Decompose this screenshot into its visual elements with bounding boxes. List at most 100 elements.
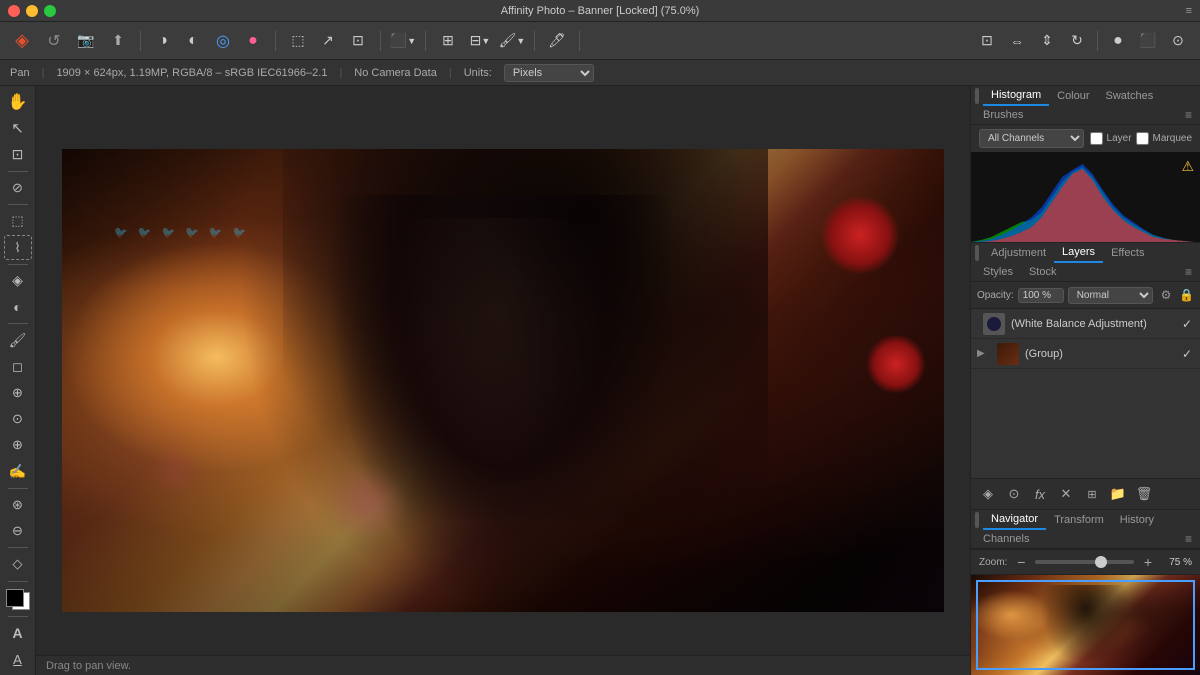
circle-btn[interactable]: ● [1104, 27, 1132, 55]
color-picker-btn[interactable]: 🖊 [543, 27, 571, 55]
tool-sep-6 [8, 547, 28, 548]
layers-panel: Opacity: Normal Multiply Screen Overlay … [971, 282, 1200, 510]
tab-swatches[interactable]: Swatches [1098, 87, 1162, 105]
opacity-input[interactable] [1018, 288, 1064, 303]
tab-history[interactable]: History [1112, 511, 1162, 529]
move-tool[interactable]: ↖ [4, 116, 32, 140]
grid-btn[interactable]: ⊞ [434, 27, 462, 55]
tab-transform[interactable]: Transform [1046, 511, 1112, 529]
nav-panel-menu[interactable]: ≡ [1181, 532, 1196, 546]
layers-action-layers-icon[interactable]: ◈ [977, 483, 999, 505]
zoom-label: Zoom: [979, 557, 1007, 568]
fill-tool[interactable]: ◈ [4, 269, 32, 293]
inpaint-tool[interactable]: ⊛ [4, 493, 32, 517]
marquee-checkbox[interactable] [1136, 132, 1149, 145]
tab-navigator[interactable]: Navigator [983, 510, 1046, 530]
eraser-tool[interactable]: ◻ [4, 354, 32, 378]
tab-styles[interactable]: Styles [975, 263, 1021, 281]
text-tool[interactable]: A [4, 621, 32, 645]
tab-brushes[interactable]: Brushes [975, 106, 1031, 124]
text-art-tool[interactable]: A [4, 647, 32, 671]
vibrance-btn[interactable]: ● [239, 27, 267, 55]
layers-action-fx-icon[interactable]: fx [1029, 483, 1051, 505]
layers-tabs: Adjustment Layers Effects Styles Stock ≡ [971, 243, 1200, 282]
retouch-tool[interactable]: ⊙ [4, 407, 32, 431]
rect-select-btn[interactable]: ⬚ [284, 27, 312, 55]
tab-layers[interactable]: Layers [1054, 243, 1103, 263]
persona-photo-btn[interactable]: 📷 [72, 27, 100, 55]
canvas-area: 🐦🐦🐦🐦🐦🐦 Drag to pan view. [36, 86, 970, 675]
histogram-panel-menu[interactable]: ≡ [1181, 108, 1196, 122]
lasso-btn[interactable]: ↗ [314, 27, 342, 55]
transform-btn[interactable]: ⊡ [973, 27, 1001, 55]
magic-wand-btn[interactable]: ⊡ [344, 27, 372, 55]
square2-btn[interactable]: ⬛ [1134, 27, 1162, 55]
lock-icon[interactable]: 🔒 [1179, 288, 1194, 302]
tab-effects[interactable]: Effects [1103, 244, 1152, 262]
tab-colour[interactable]: Colour [1049, 87, 1097, 105]
canvas-image[interactable]: 🐦🐦🐦🐦🐦🐦 [62, 149, 944, 612]
tab-adjustment[interactable]: Adjustment [983, 244, 1054, 262]
nav-viewport-indicator[interactable] [976, 580, 1196, 670]
app-icon: ◈ [8, 27, 36, 55]
layers-settings-btn[interactable]: ⚙ [1157, 286, 1175, 304]
maximize-button[interactable] [44, 5, 56, 17]
nav-drag-handle [975, 512, 979, 528]
crop-tool[interactable]: ⊡ [4, 143, 32, 167]
layer-checkbox[interactable] [1090, 132, 1103, 145]
rotate-btn[interactable]: ↻ [1063, 27, 1091, 55]
layers-action-mask-icon[interactable]: ⊙ [1003, 483, 1025, 505]
brush-tool[interactable]: 🖌 [4, 328, 32, 352]
foreground-bg-colors[interactable] [4, 587, 32, 611]
navigator-preview[interactable] [971, 575, 1200, 675]
smudge-tool[interactable]: ✍ [4, 460, 32, 484]
marquee-label: Marquee [1153, 133, 1192, 144]
layer-white-balance[interactable]: (White Balance Adjustment) ✓ [971, 309, 1200, 339]
hsl-btn[interactable]: ◐ [179, 27, 207, 55]
tab-channels[interactable]: Channels [975, 530, 1037, 548]
layers-toolbar: Opacity: Normal Multiply Screen Overlay … [971, 282, 1200, 309]
dodge-burn-tool[interactable]: ⊖ [4, 519, 32, 543]
flip-v-btn[interactable]: ⇕ [1033, 27, 1061, 55]
layers-action-adjust-icon[interactable]: ✕ [1055, 483, 1077, 505]
eyedropper-tool[interactable]: ⊘ [4, 176, 32, 200]
units-select[interactable]: Pixels Inches Centimetres [504, 64, 594, 82]
curves-btn[interactable]: ◑ [149, 27, 177, 55]
zoom-plus-btn[interactable]: + [1140, 554, 1156, 570]
close-button[interactable] [8, 5, 20, 17]
channel-select[interactable]: All Channels Red Green Blue Alpha [979, 129, 1084, 148]
snapping-btn[interactable]: ⊟ ▼ [466, 27, 494, 55]
layers-panel-menu[interactable]: ≡ [1181, 265, 1196, 279]
zoom-slider[interactable] [1035, 560, 1134, 564]
magnify-tool[interactable]: ⊕ [4, 433, 32, 457]
histogram-chart [971, 152, 1200, 242]
layers-action-group-icon[interactable]: ⊞ [1081, 483, 1103, 505]
sharpen-tool[interactable]: ◇ [4, 552, 32, 576]
navigate-btn[interactable]: ⊙ [1164, 27, 1192, 55]
zoom-slider-thumb [1095, 556, 1107, 568]
blend-mode-select[interactable]: Normal Multiply Screen Overlay [1068, 287, 1153, 304]
layer-group[interactable]: ▶ (Group) ✓ [971, 339, 1200, 369]
layers-action-folder-icon[interactable]: 📁 [1107, 483, 1129, 505]
layer-expand-icon[interactable]: ▶ [977, 348, 991, 359]
freehand-tool[interactable]: ⌇ [4, 235, 32, 260]
gradient-tool[interactable]: ◐ [4, 295, 32, 319]
status-message: Drag to pan view. [46, 660, 131, 672]
window-menu-icon[interactable]: ≡ [1186, 5, 1192, 17]
marquee-tool[interactable]: ⬚ [4, 209, 32, 233]
flip-h-btn[interactable]: ⇔ [1003, 27, 1031, 55]
brush-tools-btn[interactable]: 🖌 ▼ [498, 27, 526, 55]
share-btn[interactable]: ⬆ [104, 27, 132, 55]
hand-tool[interactable]: ✋ [4, 90, 32, 114]
shape-btn[interactable]: ⬛ ▼ [389, 27, 417, 55]
tab-histogram[interactable]: Histogram [983, 86, 1049, 106]
color-balance-btn[interactable]: ◎ [209, 27, 237, 55]
tab-stock[interactable]: Stock [1021, 263, 1065, 281]
minimize-button[interactable] [26, 5, 38, 17]
layers-action-trash-icon[interactable]: 🗑 [1133, 483, 1155, 505]
clone-tool[interactable]: ⊕ [4, 381, 32, 405]
layer-label: Layer [1107, 133, 1132, 144]
zoom-value: 75 % [1162, 557, 1192, 568]
zoom-minus-btn[interactable]: − [1013, 554, 1029, 570]
history-back-btn[interactable]: ↺ [40, 27, 68, 55]
